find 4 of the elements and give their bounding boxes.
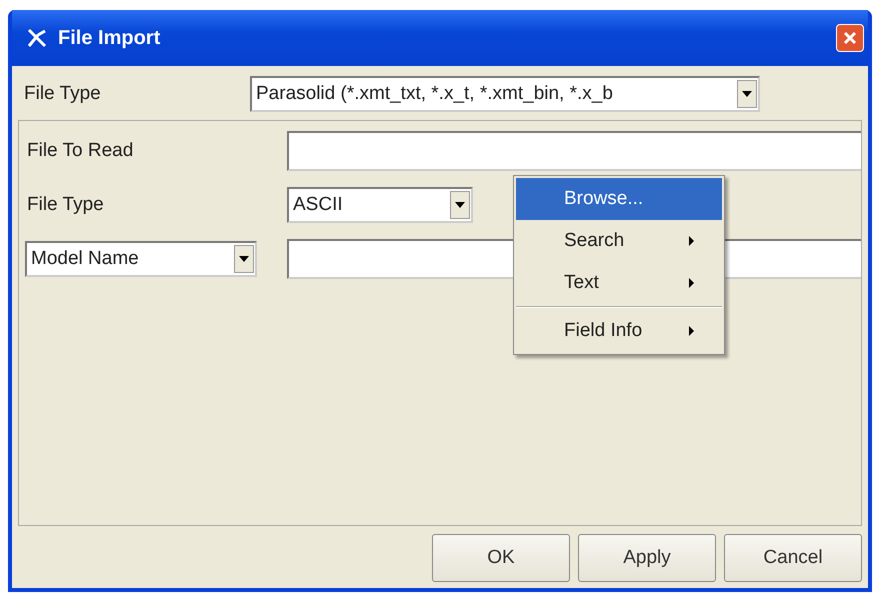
field-label: File To Read xyxy=(26,138,134,163)
field-label: File Type xyxy=(26,192,105,217)
field-label: File Type xyxy=(23,82,102,106)
window-title: File Import xyxy=(58,26,160,51)
